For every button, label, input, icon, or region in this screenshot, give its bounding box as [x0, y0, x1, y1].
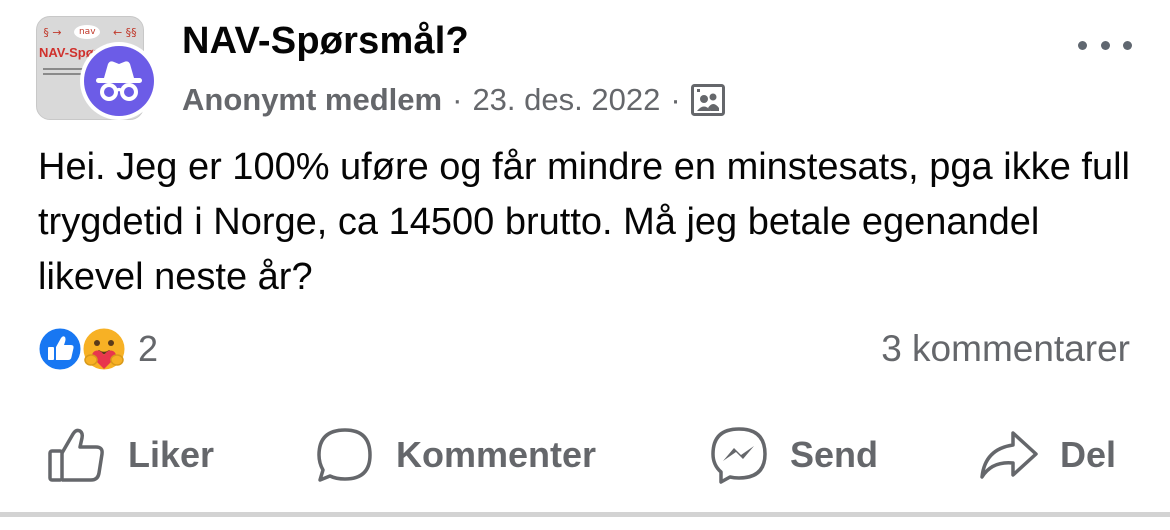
care-reaction-icon: [80, 325, 128, 373]
like-button[interactable]: Liker: [46, 420, 214, 490]
action-bar: Liker Kommenter Send Del: [0, 420, 1170, 490]
post-text: Hei. Jeg er 100% uføre og får mindre en …: [38, 146, 1130, 298]
author-name[interactable]: Anonymt medlem: [182, 82, 442, 118]
share-button-label: Del: [1060, 434, 1117, 475]
comment-bubble-icon: [317, 428, 372, 482]
send-button[interactable]: Send: [708, 420, 878, 490]
comment-button-label: Kommenter: [396, 434, 597, 475]
send-button-label: Send: [790, 434, 879, 475]
thumbs-up-icon: [48, 428, 104, 482]
share-button[interactable]: Del: [978, 420, 1116, 490]
thumbnail-banner: § → nav ← §§: [43, 25, 137, 39]
thumbnail-badge: nav: [74, 25, 101, 39]
reaction-count: 2: [138, 328, 159, 369]
more-dot-icon: [1123, 40, 1132, 50]
group-members-icon: [690, 84, 725, 116]
reactions-summary[interactable]: 2: [36, 324, 158, 374]
incognito-icon: [96, 61, 142, 101]
post-divider: [0, 512, 1170, 530]
more-options-button[interactable]: [1078, 30, 1132, 60]
group-name-link[interactable]: NAV-Spørsmål?: [182, 20, 469, 63]
comments-count-link[interactable]: 3 kommentarer: [881, 324, 1130, 374]
comment-button[interactable]: Kommenter: [314, 420, 596, 490]
post-meta: Anonymt medlem · 23. des. 2022 ·: [182, 80, 725, 120]
anonymous-avatar[interactable]: [80, 42, 158, 120]
more-dot-icon: [1100, 40, 1110, 50]
messenger-icon: [711, 427, 767, 484]
more-dot-icon: [1078, 40, 1087, 50]
post-date[interactable]: 23. des. 2022: [472, 82, 660, 118]
meta-separator: ·: [452, 82, 463, 117]
share-arrow-icon: [980, 431, 1038, 479]
meta-separator: ·: [670, 82, 681, 117]
like-button-label: Liker: [128, 434, 215, 475]
